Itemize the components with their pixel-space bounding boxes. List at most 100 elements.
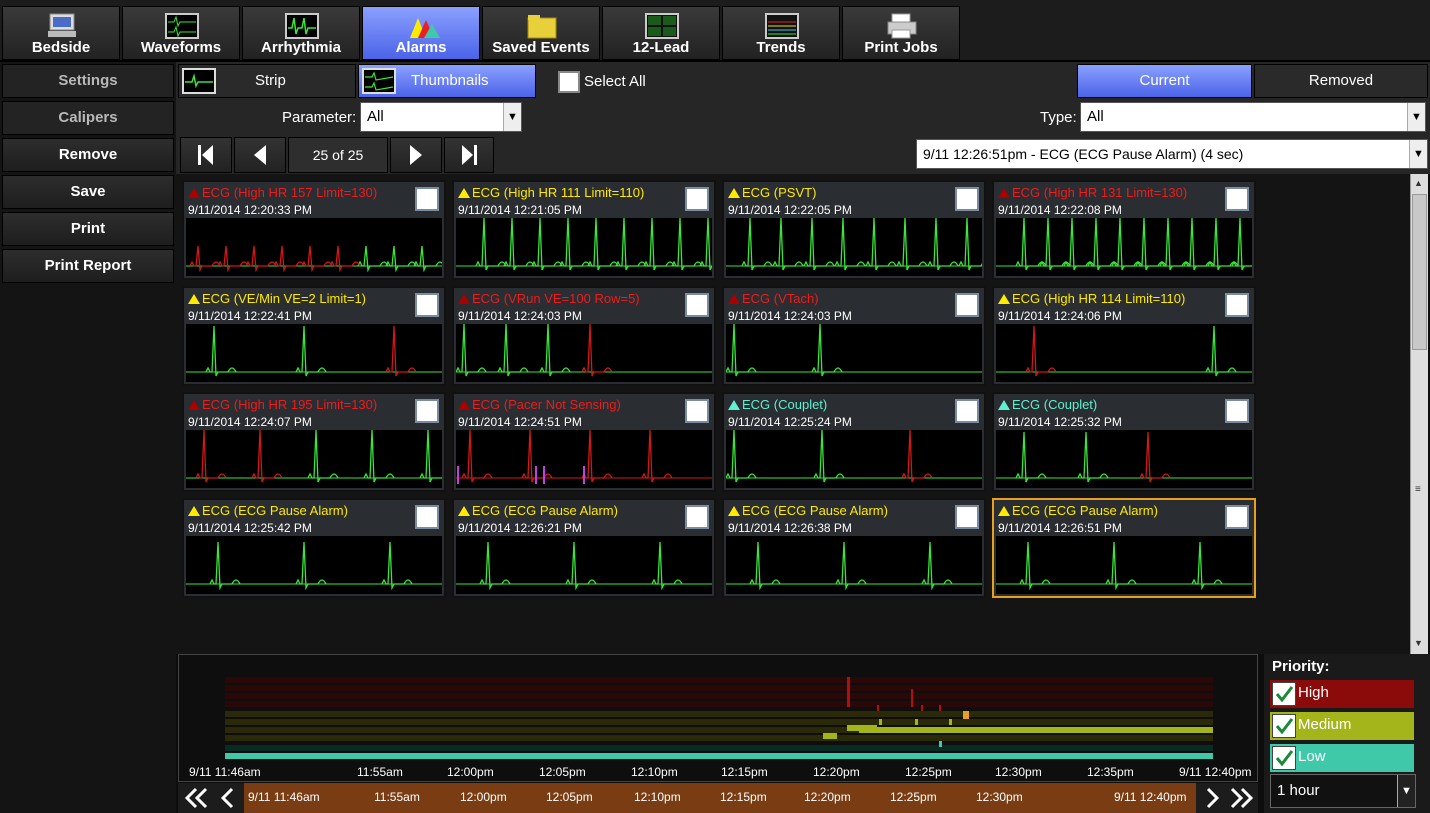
priority-filter-low[interactable]: Low [1270,744,1414,772]
alarm-event-mark[interactable] [227,753,811,759]
last-page-button[interactable] [444,137,494,173]
event-card[interactable]: ECG (PSVT) 9/11/2014 12:22:05 PM [722,180,986,280]
nav-tab-trends[interactable]: Trends [722,6,840,60]
scroll-down-icon[interactable]: ▼ [1414,638,1423,648]
previous-page-button[interactable] [234,137,286,173]
priority-checkbox[interactable] [1272,714,1296,738]
event-card[interactable]: ECG (High HR 111 Limit=110) 9/11/2014 12:… [452,180,716,280]
ecg-trace [475,218,712,271]
next-page-button[interactable] [390,137,442,173]
event-card[interactable]: ECG (VE/Min VE=2 Limit=1) 9/11/2014 12:22… [182,286,446,386]
event-title-text: ECG (PSVT) [742,185,817,200]
calipers-button[interactable]: Calipers [2,101,174,135]
print-report-button[interactable]: Print Report [2,249,174,283]
event-checkbox[interactable] [415,505,439,529]
event-card[interactable]: ECG (ECG Pause Alarm) 9/11/2014 12:26:51 … [992,498,1256,598]
priority-filter-high[interactable]: High [1270,680,1414,708]
strip-view-button[interactable]: Strip [178,64,356,98]
alarm-event-mark[interactable] [921,705,923,711]
nav-tab-12-lead[interactable]: 12-Lead [602,6,720,60]
parameter-select[interactable]: All ▼ [360,102,522,132]
event-checkbox[interactable] [1225,293,1249,317]
alarm-event-mark[interactable] [879,719,882,725]
alarm-event-mark[interactable] [877,705,879,711]
event-card[interactable]: ECG (High HR 195 Limit=130) 9/11/2014 12:… [182,392,446,492]
remove-button[interactable]: Remove [2,138,174,172]
pagination-toolbar: 25 of 25 9/11 12:26:51pm - ECG (ECG Paus… [176,136,1430,174]
alarm-event-mark[interactable] [911,689,913,707]
event-checkbox[interactable] [955,399,979,423]
event-card[interactable]: ECG (ECG Pause Alarm) 9/11/2014 12:25:42 … [182,498,446,598]
event-checkbox[interactable] [1225,399,1249,423]
current-button[interactable]: Current [1077,64,1252,98]
event-checkbox[interactable] [685,187,709,211]
alarm-event-mark[interactable] [823,733,837,739]
event-checkbox[interactable] [415,293,439,317]
event-title: ECG (ECG Pause Alarm) [728,503,888,518]
save-button[interactable]: Save [2,175,174,209]
event-select[interactable]: 9/11 12:26:51pm - ECG (ECG Pause Alarm) … [916,139,1428,169]
nav-tab-arrhythmia[interactable]: Arrhythmia [242,6,360,60]
type-select[interactable]: All ▼ [1080,102,1426,132]
navigator-track[interactable]: 9/11 11:46am 9/11 12:40pm 11:55am 12:00pm… [244,783,1196,813]
fast-forward-button[interactable] [1226,786,1256,810]
event-card[interactable]: ECG (High HR 157 Limit=130) 9/11/2014 12:… [182,180,446,280]
event-checkbox[interactable] [955,505,979,529]
event-checkbox[interactable] [415,187,439,211]
event-checkbox[interactable] [1225,187,1249,211]
scroll-thumb[interactable] [1412,194,1427,350]
step-forward-button[interactable] [1200,786,1224,810]
event-checkbox[interactable] [415,399,439,423]
rewind-button[interactable] [182,786,212,810]
nav-tab-waveforms[interactable]: Waveforms [122,6,240,60]
alarm-event-mark[interactable] [915,719,918,725]
ecg-trace [205,325,327,377]
event-title: ECG (High HR 131 Limit=130) [998,185,1187,200]
timeline-band [225,677,1213,683]
event-card[interactable]: ECG (VRun VE=100 Row=5) 9/11/2014 12:24:0… [452,286,716,386]
event-checkbox[interactable] [685,505,709,529]
alarm-event-mark[interactable] [859,727,1213,733]
event-card[interactable]: ECG (VTach) 9/11/2014 12:24:03 PM [722,286,986,386]
event-card[interactable]: ECG (High HR 131 Limit=130) 9/11/2014 12:… [992,180,1256,280]
nav-tab-print-jobs[interactable]: Print Jobs [842,6,960,60]
event-checkbox[interactable] [955,293,979,317]
nav-tab-saved-events[interactable]: Saved Events [482,6,600,60]
ecg-trace [195,430,283,483]
timeline-tick-label: 12:15pm [721,765,768,779]
event-title: ECG (VTach) [728,291,819,306]
select-all-checkbox[interactable] [558,71,580,93]
alarm-event-mark[interactable] [949,719,952,725]
chevron-right-icon [1206,787,1220,809]
alarm-event-mark[interactable] [963,711,969,719]
scroll-up-icon[interactable]: ▲ [1414,178,1423,188]
vertical-scrollbar[interactable]: ▲ ≡ ▼ [1410,174,1428,654]
priority-checkbox[interactable] [1272,682,1296,706]
event-checkbox[interactable] [955,187,979,211]
event-card[interactable]: ECG (Couplet) 9/11/2014 12:25:24 PM [722,392,986,492]
event-checkbox[interactable] [685,293,709,317]
nav-tab-alarms[interactable]: Alarms [362,6,480,60]
first-page-button[interactable] [180,137,232,173]
alarm-timeline[interactable]: 9/11 11:46am 9/11 12:40pm 11:55am 12:00pm… [178,654,1258,782]
alarm-event-mark[interactable] [939,705,941,711]
removed-button[interactable]: Removed [1254,64,1428,98]
ecg-trace [456,324,571,377]
priority-checkbox[interactable] [1272,746,1296,770]
event-checkbox[interactable] [685,399,709,423]
event-card[interactable]: ECG (Pacer Not Sensing) 9/11/2014 12:24:5… [452,392,716,492]
print-button[interactable]: Print [2,212,174,246]
nav-tab-bedside[interactable]: Bedside [2,6,120,60]
step-back-button[interactable] [216,786,240,810]
thumbnails-view-button[interactable]: Thumbnails [358,64,536,98]
event-card[interactable]: ECG (ECG Pause Alarm) 9/11/2014 12:26:38 … [722,498,986,598]
event-checkbox[interactable] [1225,505,1249,529]
event-card[interactable]: ECG (Couplet) 9/11/2014 12:25:32 PM [992,392,1256,492]
event-card[interactable]: ECG (High HR 114 Limit=110) 9/11/2014 12:… [992,286,1256,386]
alarm-event-mark[interactable] [939,741,942,747]
priority-filter-medium[interactable]: Medium [1270,712,1414,740]
alarm-event-mark[interactable] [847,677,850,707]
settings-button[interactable]: Settings [2,64,174,98]
event-card[interactable]: ECG (ECG Pause Alarm) 9/11/2014 12:26:21 … [452,498,716,598]
time-range-select[interactable]: 1 hour ▼ [1270,774,1416,808]
